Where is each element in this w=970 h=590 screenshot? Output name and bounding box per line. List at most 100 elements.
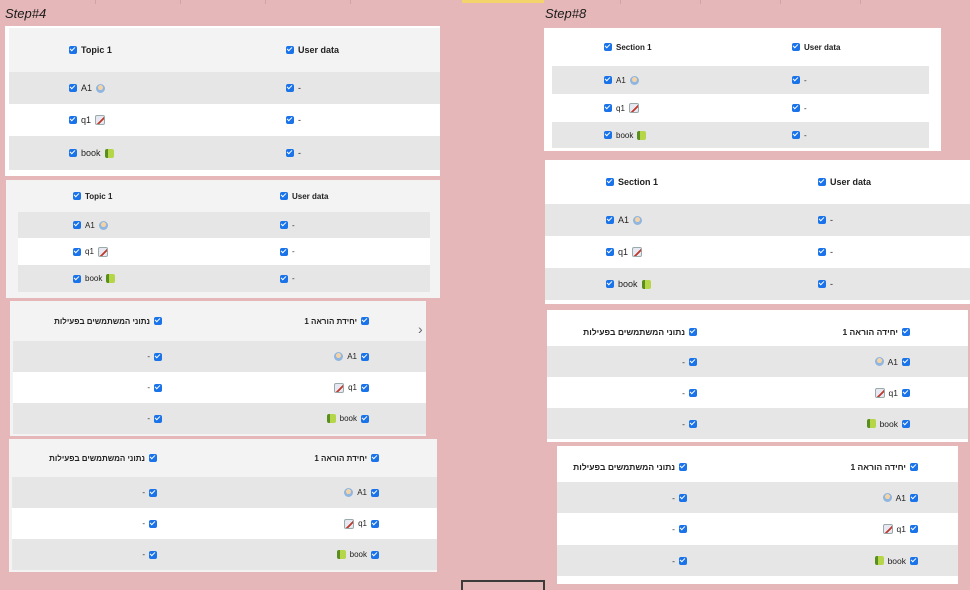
header-cell-user-data[interactable]: User data	[818, 160, 871, 204]
checkbox[interactable]	[286, 84, 294, 92]
activity-cell[interactable]: q1	[69, 104, 106, 136]
checkbox[interactable]	[149, 519, 157, 528]
checkbox[interactable]	[371, 488, 379, 497]
activity-cell[interactable]: A1	[882, 482, 918, 513]
activity-cell[interactable]: q1	[882, 513, 918, 544]
user-data-cell[interactable]: -	[672, 545, 687, 576]
header-cell-user-data[interactable]: User data	[792, 28, 840, 66]
activity-cell[interactable]: book	[69, 136, 114, 170]
user-data-cell[interactable]: -	[147, 341, 162, 372]
checkbox[interactable]	[818, 216, 826, 224]
checkbox[interactable]	[280, 274, 288, 283]
activity-cell[interactable]: A1	[344, 477, 379, 508]
user-data-cell[interactable]: -	[792, 94, 807, 122]
checkbox[interactable]	[73, 192, 81, 200]
user-data-cell[interactable]: -	[280, 265, 295, 292]
checkbox[interactable]	[689, 357, 697, 366]
user-data-cell[interactable]: -	[147, 403, 162, 434]
checkbox[interactable]	[902, 357, 910, 366]
header-cell-unit[interactable]: יחידת הוראה 1	[314, 439, 379, 477]
user-data-cell[interactable]: -	[818, 268, 833, 300]
checkbox[interactable]	[818, 178, 826, 186]
checkbox[interactable]	[286, 116, 294, 124]
header-cell-section[interactable]: Section 1	[606, 160, 658, 204]
user-data-cell[interactable]: -	[682, 377, 697, 408]
activity-cell[interactable]: A1	[874, 346, 910, 377]
activity-cell[interactable]: A1	[73, 212, 108, 238]
checkbox[interactable]	[286, 149, 294, 157]
checkbox[interactable]	[689, 388, 697, 397]
user-data-cell[interactable]: -	[142, 508, 157, 539]
checkbox[interactable]	[280, 192, 288, 200]
header-cell-section[interactable]: Section 1	[604, 28, 652, 66]
activity-cell[interactable]: q1	[344, 508, 379, 539]
activity-cell[interactable]: q1	[334, 372, 369, 403]
checkbox[interactable]	[604, 104, 612, 112]
checkbox[interactable]	[73, 247, 81, 256]
user-data-cell[interactable]: -	[818, 236, 833, 268]
header-cell-user-data[interactable]: User data	[280, 180, 328, 212]
checkbox[interactable]	[371, 550, 379, 559]
checkbox[interactable]	[154, 317, 162, 325]
checkbox[interactable]	[604, 131, 612, 139]
checkbox[interactable]	[604, 76, 612, 84]
checkbox[interactable]	[154, 414, 162, 423]
checkbox[interactable]	[69, 116, 77, 124]
user-data-cell[interactable]: -	[280, 238, 295, 265]
activity-cell[interactable]: q1	[73, 238, 108, 265]
user-data-cell[interactable]: -	[792, 122, 807, 148]
activity-cell[interactable]: book	[336, 539, 379, 570]
checkbox[interactable]	[910, 556, 918, 565]
checkbox[interactable]	[792, 131, 800, 139]
chevron-right-icon[interactable]: ›	[418, 321, 423, 337]
activity-cell[interactable]: A1	[604, 66, 639, 94]
checkbox[interactable]	[792, 76, 800, 84]
header-cell-user-data[interactable]: נתוני המשתמשים בפעילות	[54, 301, 162, 341]
checkbox[interactable]	[910, 524, 918, 533]
user-data-cell[interactable]: -	[672, 513, 687, 544]
checkbox[interactable]	[679, 463, 687, 471]
header-cell-unit[interactable]: יחידת הוראה 1	[304, 301, 369, 341]
checkbox[interactable]	[280, 247, 288, 256]
checkbox[interactable]	[679, 493, 687, 502]
checkbox[interactable]	[361, 317, 369, 325]
checkbox[interactable]	[149, 454, 157, 462]
activity-cell[interactable]: book	[73, 265, 116, 292]
checkbox[interactable]	[606, 280, 614, 288]
checkbox[interactable]	[69, 84, 77, 92]
header-cell-user-data[interactable]: נתוני המשתמשים בפעילות	[49, 439, 157, 477]
activity-cell[interactable]: A1	[69, 72, 106, 104]
checkbox[interactable]	[902, 419, 910, 428]
checkbox[interactable]	[371, 519, 379, 528]
checkbox[interactable]	[902, 388, 910, 397]
user-data-cell[interactable]: -	[682, 346, 697, 377]
activity-cell[interactable]: q1	[606, 236, 643, 268]
user-data-cell[interactable]: -	[286, 72, 301, 104]
checkbox[interactable]	[689, 419, 697, 428]
checkbox[interactable]	[792, 43, 800, 51]
checkbox[interactable]	[606, 178, 614, 186]
user-data-cell[interactable]: -	[286, 104, 301, 136]
activity-cell[interactable]: A1	[606, 204, 643, 236]
checkbox[interactable]	[604, 43, 612, 51]
checkbox[interactable]	[606, 216, 614, 224]
checkbox[interactable]	[361, 383, 369, 392]
checkbox[interactable]	[606, 248, 614, 256]
checkbox[interactable]	[818, 280, 826, 288]
checkbox[interactable]	[73, 221, 81, 229]
checkbox[interactable]	[280, 221, 288, 229]
checkbox[interactable]	[154, 383, 162, 392]
checkbox[interactable]	[69, 46, 77, 54]
checkbox[interactable]	[149, 550, 157, 559]
checkbox[interactable]	[73, 274, 81, 283]
user-data-cell[interactable]: -	[280, 212, 295, 238]
activity-cell[interactable]: book	[866, 408, 910, 439]
activity-cell[interactable]: book	[326, 403, 369, 434]
checkbox[interactable]	[361, 352, 369, 361]
header-cell-topic[interactable]: Topic 1	[69, 28, 112, 72]
header-cell-user-data[interactable]: User data	[286, 28, 339, 72]
activity-cell[interactable]: book	[874, 545, 918, 576]
checkbox[interactable]	[361, 414, 369, 423]
user-data-cell[interactable]: -	[147, 372, 162, 403]
checkbox[interactable]	[792, 104, 800, 112]
